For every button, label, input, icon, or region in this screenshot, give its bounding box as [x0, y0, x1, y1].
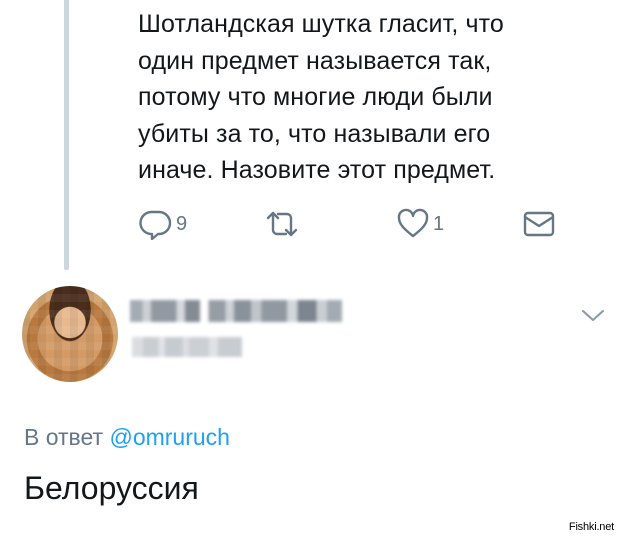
tweet-actions-bar: 9 1: [0, 206, 620, 246]
like-button[interactable]: 1: [396, 206, 444, 242]
reply-button[interactable]: 9: [137, 206, 187, 242]
reply-count: 9: [176, 212, 188, 235]
tweet-text: Шотландская шутка гласит, что один предм…: [138, 10, 504, 184]
reply-to-mention-link[interactable]: @omruruch: [109, 424, 230, 450]
direct-message-button[interactable]: [522, 206, 556, 242]
avatar-pixelation: [22, 286, 118, 382]
chevron-down-icon[interactable]: [580, 308, 606, 329]
reply-author-header: [0, 282, 620, 392]
like-icon: [396, 208, 430, 240]
like-count: 1: [433, 212, 445, 235]
direct-message-icon: [522, 208, 556, 240]
retweet-icon: [262, 208, 302, 240]
reply-icon: [137, 208, 173, 240]
blurred-username: [132, 337, 242, 357]
blurred-display-name[interactable]: [130, 300, 342, 322]
watermark: Fishki.net: [568, 521, 614, 533]
avatar[interactable]: [22, 286, 118, 382]
reply-to-prefix: В ответ: [24, 424, 104, 450]
reply-to-line: В ответ @omruruch: [24, 424, 230, 451]
retweet-button[interactable]: [262, 206, 305, 242]
reply-text: Белоруссия: [24, 470, 199, 506]
